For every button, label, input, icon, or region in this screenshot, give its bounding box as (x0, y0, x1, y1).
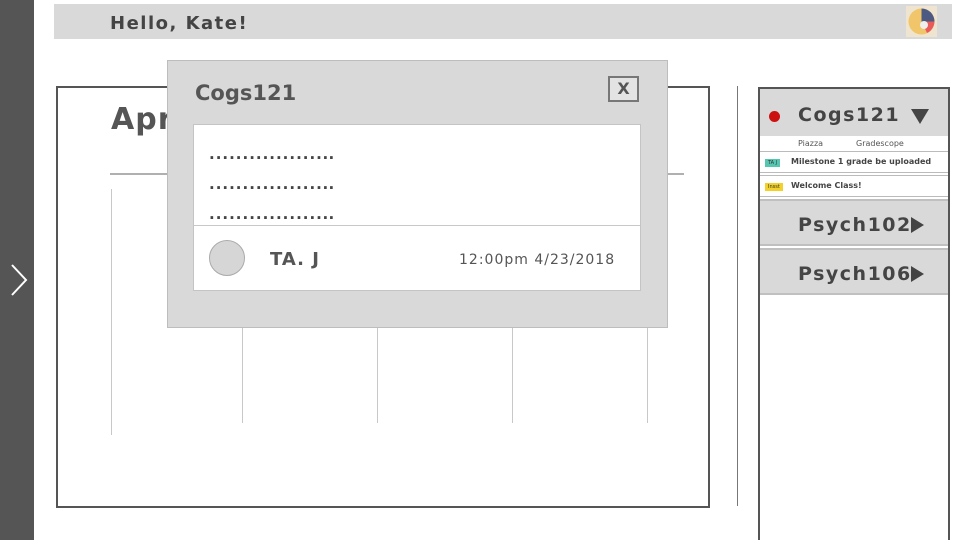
panel-separator (737, 86, 738, 506)
course-item-psych102[interactable]: Psych102 (760, 199, 948, 246)
user-avatar-icon[interactable] (906, 6, 937, 37)
calendar-grid-line (512, 328, 513, 423)
announcement-item[interactable]: TA J Milestone 1 grade be uploaded (760, 151, 948, 173)
course-title: Psych102 (798, 214, 912, 236)
author-avatar (209, 240, 245, 276)
top-bar: Hello, Kate! (54, 4, 952, 39)
announcement-line: .................․․ (209, 205, 335, 223)
announcement-tag: TA J (765, 159, 781, 167)
announcement-text: Milestone 1 grade be uploaded (791, 157, 932, 166)
announcement-text: Welcome Class! (791, 181, 862, 190)
calendar-grid-line (647, 328, 648, 423)
close-button[interactable]: X (608, 76, 639, 102)
announcement-modal: Cogs121 X .................․․ ..........… (167, 60, 668, 328)
triangle-right-icon[interactable] (911, 217, 924, 233)
course-title: Cogs121 (798, 104, 901, 126)
course-title: Psych106 (798, 263, 912, 285)
announcement-card: .................․․ .................․․ … (193, 124, 641, 291)
course-status-dot (769, 111, 780, 122)
card-divider (194, 225, 640, 226)
course-panel: Cogs121 Piazza Gradescope TA J Milestone… (758, 87, 950, 540)
triangle-right-icon[interactable] (911, 266, 924, 282)
announcement-line: .................․․ (209, 175, 335, 193)
gradescope-link[interactable]: Gradescope (856, 139, 904, 148)
chevron-right-icon[interactable] (6, 262, 32, 298)
modal-title: Cogs121 (195, 81, 297, 105)
calendar-grid-line (111, 189, 112, 435)
announcement-item[interactable]: Insst Welcome Class! (760, 175, 948, 197)
post-timestamp: 12:00pm 4/23/2018 (459, 252, 616, 268)
triangle-down-icon[interactable] (911, 109, 929, 124)
course-item-psych106[interactable]: Psych106 (760, 248, 948, 295)
piazza-link[interactable]: Piazza (798, 139, 823, 148)
announcement-line: .................․․ (209, 145, 335, 163)
announcement-tag: Insst (765, 183, 783, 191)
author-name: TA. J (270, 249, 320, 270)
course-item-cogs121[interactable]: Cogs121 (760, 89, 948, 136)
calendar-grid-line (242, 328, 243, 423)
calendar-grid-line (377, 328, 378, 423)
sidebar-strip (0, 0, 34, 540)
greeting-text: Hello, Kate! (110, 13, 249, 34)
